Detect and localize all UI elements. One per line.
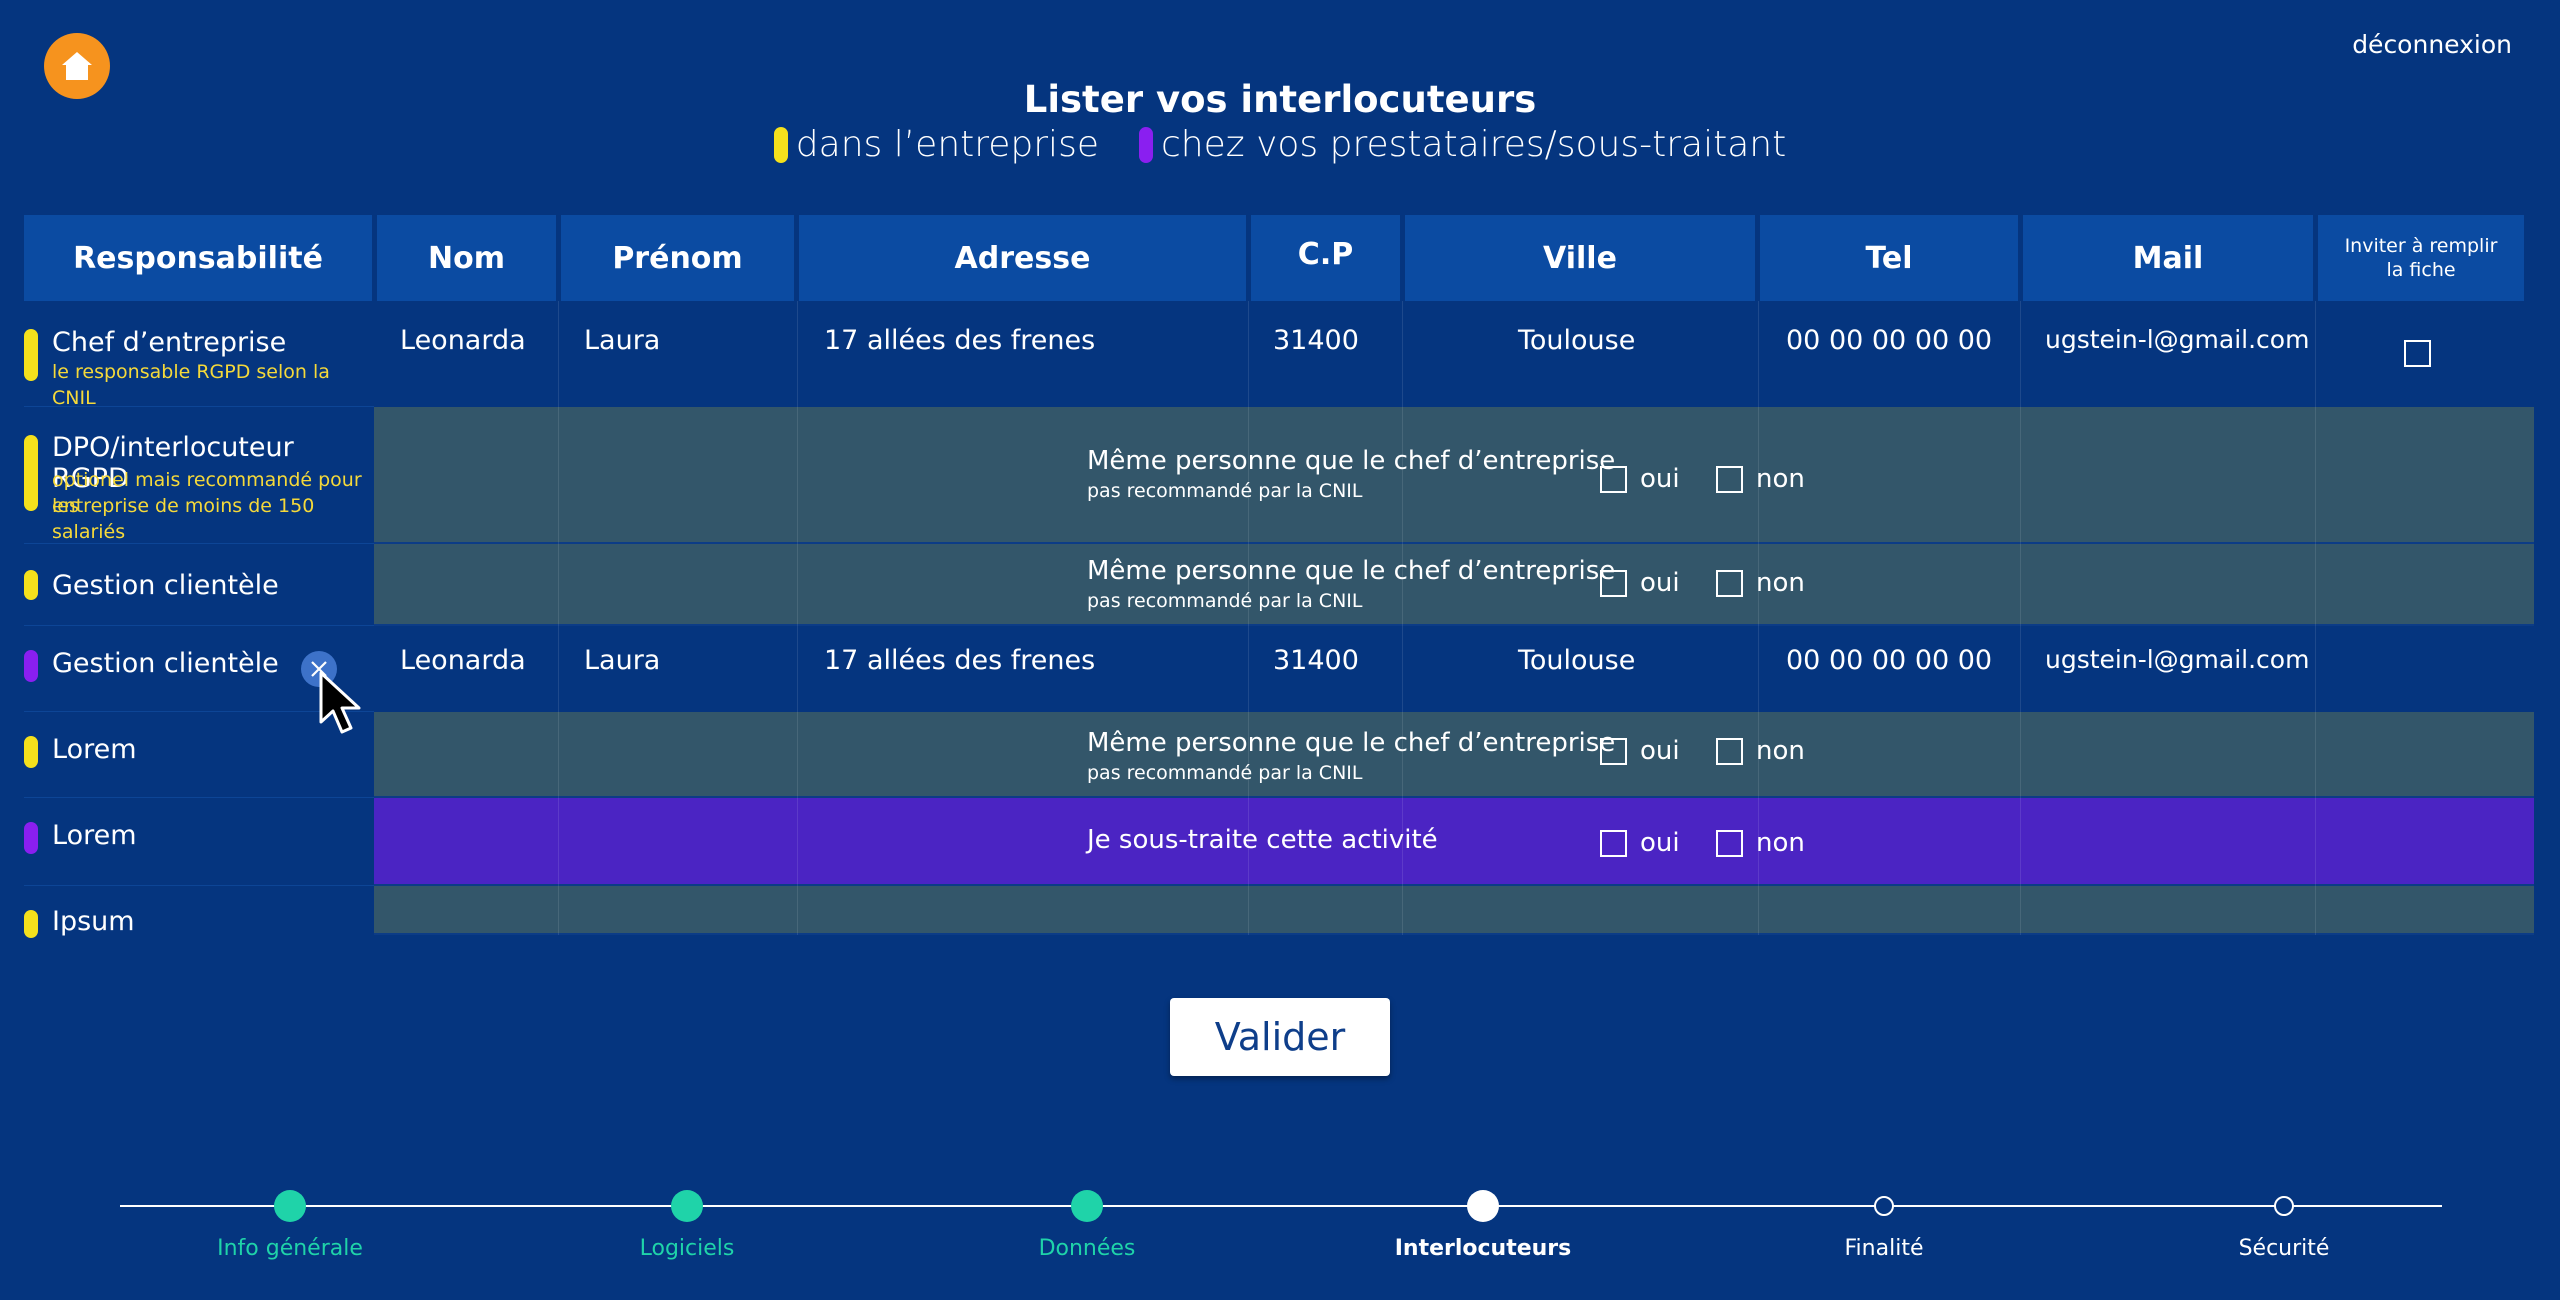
- cell-nom[interactable]: Leonarda: [400, 325, 526, 356]
- column-header-adresse: Adresse: [799, 215, 1246, 301]
- same-person-yes-checkbox[interactable]: [1600, 466, 1627, 493]
- no-label: non: [1756, 828, 1805, 858]
- legend-internal-label: dans l’entreprise: [795, 124, 1099, 165]
- column-divider: [2315, 301, 2316, 935]
- legend-internal: dans l’entreprise: [773, 124, 1099, 165]
- column-header-tel: Tel: [1760, 215, 2018, 301]
- same-person-question: Même personne que le chef d’entreprise: [1087, 446, 1616, 476]
- page-title: Lister vos interlocuteurs: [1023, 78, 1537, 121]
- cell-mail[interactable]: ugstein-l@gmail.com: [2045, 325, 2309, 354]
- cell-mail[interactable]: ugstein-l@gmail.com: [2045, 645, 2309, 674]
- legend-internal-marker: [773, 126, 788, 163]
- cell-tel[interactable]: 00 00 00 00 00: [1786, 325, 1992, 356]
- internal-marker: [24, 910, 38, 938]
- column-divider: [558, 301, 559, 935]
- step-marker-finalite[interactable]: [1874, 1196, 1894, 1216]
- column-divider: [797, 301, 798, 935]
- responsibility-note: le responsable RGPD selon la CNIL: [52, 361, 330, 409]
- column-divider: [2020, 301, 2021, 935]
- step-marker-securite[interactable]: [2274, 1196, 2294, 1216]
- same-person-yes-checkbox[interactable]: [1600, 570, 1627, 597]
- responsibility-note: entreprise de moins de 150 salariés: [52, 495, 315, 543]
- logout-link[interactable]: déconnexion: [2352, 30, 2512, 59]
- subcontract-question: Je sous-traite cette activité: [1087, 825, 1438, 855]
- responsibility-cell: Gestion clientèle: [24, 544, 374, 626]
- yes-label: oui: [1640, 568, 1680, 598]
- legend-provider-marker: [1138, 126, 1153, 163]
- responsibility-title: Lorem: [52, 734, 137, 765]
- same-person-no-checkbox[interactable]: [1716, 466, 1743, 493]
- subcontract-yes-checkbox[interactable]: [1600, 830, 1627, 857]
- same-person-yes-checkbox[interactable]: [1600, 738, 1627, 765]
- table-row: [374, 301, 2534, 407]
- no-label: non: [1756, 464, 1805, 494]
- internal-marker: [24, 435, 38, 511]
- column-header-mail: Mail: [2023, 215, 2313, 301]
- internal-marker: [24, 570, 38, 600]
- cell-ville[interactable]: Toulouse: [1518, 325, 1635, 356]
- yes-label: oui: [1640, 828, 1680, 858]
- no-label: non: [1756, 736, 1805, 766]
- step-label-info-generale[interactable]: Info générale: [160, 1236, 420, 1261]
- step-marker-interlocuteurs[interactable]: [1467, 1190, 1499, 1222]
- same-person-question: Même personne que le chef d’entreprise: [1087, 556, 1616, 586]
- step-label-interlocuteurs[interactable]: Interlocuteurs: [1353, 1236, 1613, 1261]
- responsibility-title: Gestion clientèle: [52, 570, 279, 601]
- responsibility-title: Lorem: [52, 820, 137, 851]
- no-label: non: [1756, 568, 1805, 598]
- table-row: [374, 798, 2534, 886]
- legend-provider: chez vos prestataires/sous-traitant: [1138, 124, 1787, 165]
- provider-marker: [24, 822, 38, 854]
- legend-provider-label: chez vos prestataires/sous-traitant: [1160, 124, 1787, 165]
- mouse-cursor-icon: [319, 671, 361, 734]
- yes-label: oui: [1640, 736, 1680, 766]
- responsibility-title: Gestion clientèle: [52, 648, 279, 679]
- responsibility-title: Chef d’entreprise: [52, 327, 287, 358]
- step-marker-info-generale[interactable]: [274, 1190, 306, 1222]
- validate-button[interactable]: Valider: [1170, 998, 1390, 1076]
- table-row: [374, 886, 2534, 935]
- same-person-question: Même personne que le chef d’entreprise: [1087, 728, 1616, 758]
- same-person-no-checkbox[interactable]: [1716, 738, 1743, 765]
- internal-marker: [24, 736, 38, 768]
- column-header-cp: C.P: [1251, 215, 1400, 301]
- cell-cp[interactable]: 31400: [1273, 325, 1359, 356]
- invite-checkbox[interactable]: [2404, 340, 2431, 367]
- responsibility-title: Ipsum: [52, 906, 135, 937]
- responsibility-cell: DPO/interlocuteur RGPD optionel mais rec…: [24, 407, 374, 544]
- column-header-prenom: Prénom: [561, 215, 794, 301]
- cell-tel[interactable]: 00 00 00 00 00: [1786, 645, 1992, 676]
- same-person-note: pas recommandé par la CNIL: [1087, 762, 1363, 784]
- step-label-securite[interactable]: Sécurité: [2154, 1236, 2414, 1261]
- step-marker-donnees[interactable]: [1071, 1190, 1103, 1222]
- cell-adresse[interactable]: 17 allées des frenes: [824, 325, 1095, 356]
- responsibility-cell: Chef d’entreprise le responsable RGPD se…: [24, 301, 374, 409]
- cell-prenom[interactable]: Laura: [584, 325, 660, 356]
- subcontract-no-checkbox[interactable]: [1716, 830, 1743, 857]
- cell-ville[interactable]: Toulouse: [1518, 645, 1635, 676]
- yes-label: oui: [1640, 464, 1680, 494]
- cell-adresse[interactable]: 17 allées des frenes: [824, 645, 1095, 676]
- cell-nom[interactable]: Leonarda: [400, 645, 526, 676]
- responsibility-cell: Lorem: [24, 798, 374, 886]
- cell-cp[interactable]: 31400: [1273, 645, 1359, 676]
- provider-marker: [24, 650, 38, 682]
- legend: dans l’entreprise chez vos prestataires/…: [0, 124, 2560, 165]
- internal-marker: [24, 329, 38, 381]
- step-label-donnees[interactable]: Données: [957, 1236, 1217, 1261]
- step-marker-logiciels[interactable]: [671, 1190, 703, 1222]
- step-label-logiciels[interactable]: Logiciels: [557, 1236, 817, 1261]
- progress-track: [120, 1205, 2442, 1207]
- same-person-note: pas recommandé par la CNIL: [1087, 480, 1363, 502]
- column-header-responsabilite: Responsabilité: [24, 215, 372, 301]
- column-header-ville: Ville: [1405, 215, 1755, 301]
- cell-prenom[interactable]: Laura: [584, 645, 660, 676]
- column-header-nom: Nom: [377, 215, 556, 301]
- responsibility-cell: Ipsum: [24, 886, 374, 938]
- step-label-finalite[interactable]: Finalité: [1754, 1236, 2014, 1261]
- same-person-note: pas recommandé par la CNIL: [1087, 590, 1363, 612]
- column-header-invite: Inviter à remplir la fiche: [2318, 215, 2524, 301]
- same-person-no-checkbox[interactable]: [1716, 570, 1743, 597]
